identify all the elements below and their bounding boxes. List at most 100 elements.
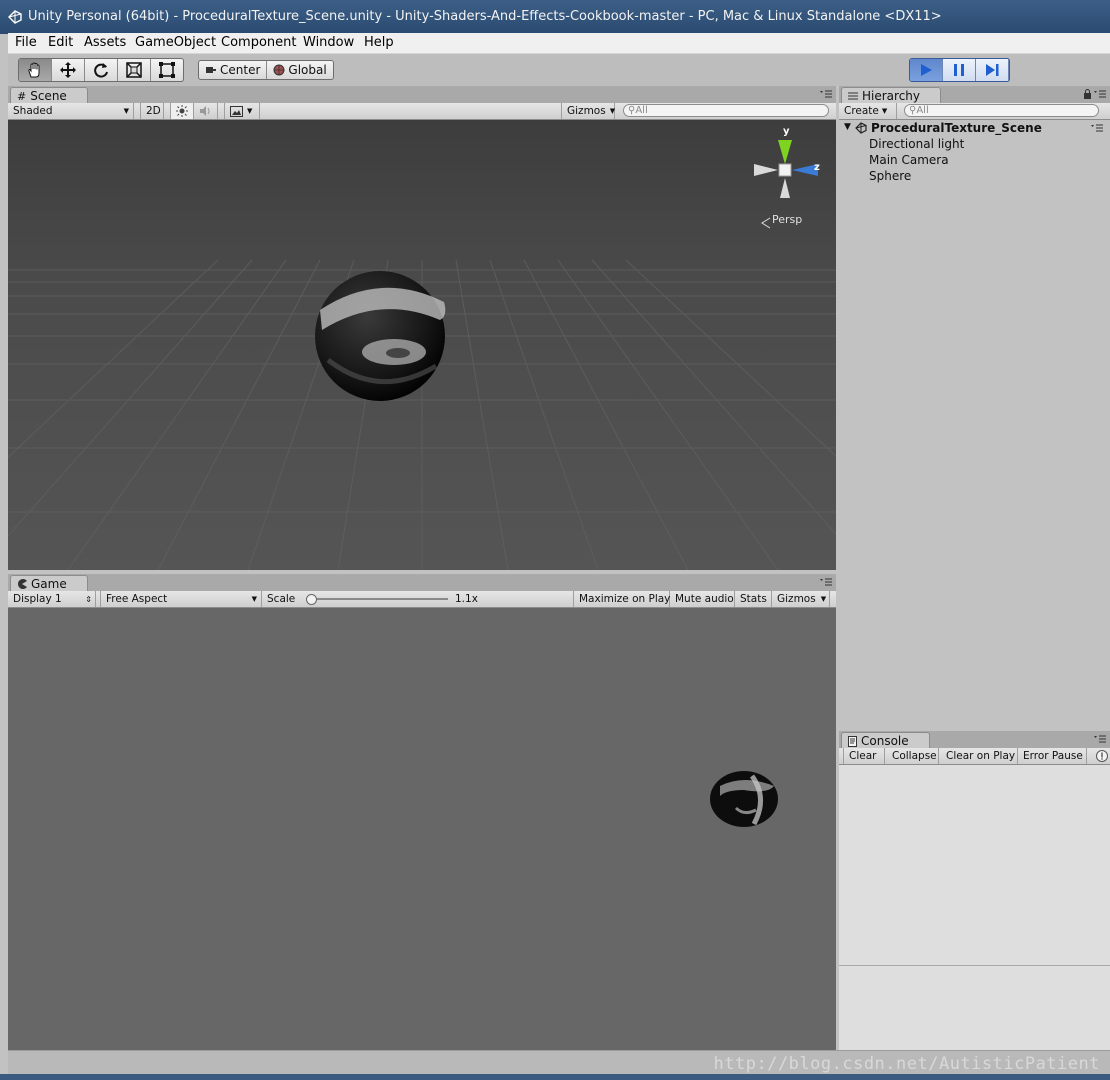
aspect-label: Free Aspect: [106, 593, 168, 605]
menu-file[interactable]: File: [15, 35, 37, 50]
image-icon: [230, 105, 243, 117]
scene-grid-icon: #: [17, 89, 27, 103]
game-viewport[interactable]: [8, 608, 836, 1050]
console-icon: [848, 735, 857, 747]
lock-icon[interactable]: [1083, 89, 1092, 99]
console-panel: Console Clear Collapse Clear on Play Err…: [839, 731, 1110, 1050]
scale-slider-track[interactable]: [306, 598, 448, 600]
scene-search-placeholder: All: [635, 105, 648, 116]
scale-slider-thumb[interactable]: [306, 594, 317, 605]
pivot-toggles: Center Global: [198, 60, 334, 80]
scene-panel: # Scene Shaded ▼ 2D ▼ Gizmos ▼ ⚲ All y z…: [8, 86, 836, 570]
create-dropdown[interactable]: Create ▼: [839, 103, 897, 119]
menu-assets[interactable]: Assets: [84, 35, 126, 50]
error-pause-label: Error Pause: [1023, 750, 1083, 762]
display-label: Display 1: [13, 593, 62, 605]
scene-grid: [8, 120, 836, 570]
collapse-label: Collapse: [892, 750, 937, 762]
maximize-on-play-label: Maximize on Play: [579, 593, 671, 605]
chevron-down-icon: ▼: [820, 595, 827, 603]
globe-icon: [273, 64, 285, 76]
hierarchy-item[interactable]: Sphere: [869, 169, 911, 183]
audio-toggle[interactable]: [194, 103, 218, 119]
window-title-bar: Unity Personal (64bit) - ProceduralTextu…: [0, 0, 1110, 34]
lighting-toggle[interactable]: [170, 103, 194, 119]
scale-tool-button[interactable]: [118, 59, 151, 81]
create-label: Create: [844, 105, 879, 117]
projection-label[interactable]: Persp: [772, 213, 802, 226]
console-toolbar: Clear Collapse Clear on Play Error Pause: [839, 748, 1110, 765]
move-icon: [60, 62, 76, 78]
shading-mode-dropdown[interactable]: Shaded ▼: [8, 103, 134, 119]
effects-dropdown[interactable]: ▼: [224, 103, 260, 119]
console-collapse-toggle[interactable]: Collapse: [887, 748, 939, 764]
menu-component[interactable]: Component: [221, 35, 296, 50]
scale-icon: [126, 62, 142, 78]
play-button[interactable]: [910, 59, 943, 81]
scene-toolbar: Shaded ▼ 2D ▼ Gizmos ▼ ⚲ All: [8, 103, 836, 120]
scene-menu-icon[interactable]: [1091, 124, 1103, 132]
gizmo-y-label: y: [783, 126, 790, 137]
tab-game[interactable]: Game: [10, 575, 88, 592]
hierarchy-search-placeholder: All: [916, 105, 929, 116]
2d-mode-toggle[interactable]: 2D: [140, 103, 164, 119]
game-gizmos-label: Gizmos: [777, 593, 816, 605]
aspect-dropdown[interactable]: Free Aspect ▼: [100, 591, 262, 607]
mute-audio-toggle[interactable]: Mute audio: [670, 591, 735, 607]
panel-menu-icon[interactable]: [820, 578, 832, 586]
watermark-text: http://blog.csdn.net/AutisticPatient: [713, 1054, 1100, 1074]
pivot-center-icon: [206, 67, 216, 73]
move-tool-button[interactable]: [52, 59, 85, 81]
scene-search-input[interactable]: ⚲ All: [623, 104, 829, 117]
mute-audio-label: Mute audio: [675, 593, 734, 605]
hand-tool-button[interactable]: [19, 59, 52, 81]
step-button[interactable]: [976, 59, 1009, 81]
menu-edit[interactable]: Edit: [48, 35, 73, 50]
display-dropdown[interactable]: Display 1 ⇕: [8, 591, 96, 607]
menu-window[interactable]: Window: [303, 35, 354, 50]
hierarchy-item[interactable]: Directional light: [869, 137, 964, 151]
sun-icon: [176, 105, 188, 117]
scene-name: ProceduralTexture_Scene: [871, 121, 1042, 135]
search-icon: ⚲: [628, 105, 636, 116]
tab-scene[interactable]: # Scene: [10, 87, 88, 104]
console-error-pause-toggle[interactable]: Error Pause: [1018, 748, 1087, 764]
tab-console[interactable]: Console: [841, 732, 930, 749]
scene-viewport[interactable]: y z Persp: [8, 120, 836, 570]
pivot-global-button[interactable]: Global: [267, 61, 332, 79]
hierarchy-toolbar: Create ▼ ⚲ All: [839, 103, 1110, 120]
stats-toggle[interactable]: Stats: [735, 591, 772, 607]
pause-button[interactable]: [943, 59, 976, 81]
list-icon: [848, 92, 858, 100]
maximize-on-play-toggle[interactable]: Maximize on Play: [573, 591, 670, 607]
transform-tools: [18, 58, 184, 82]
hierarchy-scene-row[interactable]: ▼ ProceduralTexture_Scene: [843, 120, 1107, 137]
console-divider[interactable]: [839, 965, 1110, 966]
hierarchy-item[interactable]: Main Camera: [869, 153, 949, 167]
panel-menu-icon[interactable]: [1094, 90, 1106, 98]
scale-control: Scale 1.1x: [262, 591, 568, 607]
game-gizmos-dropdown[interactable]: Gizmos ▼: [772, 591, 830, 607]
step-icon: [986, 64, 999, 76]
panel-menu-icon[interactable]: [1094, 735, 1106, 743]
tab-hierarchy[interactable]: Hierarchy: [841, 87, 942, 104]
clear-on-play-label: Clear on Play: [946, 750, 1016, 762]
game-toolbar: Display 1 ⇕ Free Aspect ▼ Scale 1.1x Max…: [8, 591, 836, 608]
console-clear-on-play-toggle[interactable]: Clear on Play: [941, 748, 1018, 764]
scale-value: 1.1x: [455, 593, 478, 605]
menu-help[interactable]: Help: [364, 35, 394, 50]
hierarchy-search-input[interactable]: ⚲ All: [904, 104, 1099, 117]
console-log-list[interactable]: [839, 765, 1110, 1050]
chevron-down-icon: ▼: [881, 107, 888, 115]
rotate-tool-button[interactable]: [85, 59, 118, 81]
scene-gizmos-dropdown[interactable]: Gizmos ▼: [561, 103, 615, 119]
panel-menu-icon[interactable]: [820, 90, 832, 98]
main-toolbar: Center Global: [8, 54, 1110, 86]
triangle-down-icon: ▼: [844, 122, 851, 132]
stats-label: Stats: [740, 593, 767, 605]
info-icon[interactable]: [1096, 750, 1108, 762]
console-clear-button[interactable]: Clear: [843, 748, 885, 764]
menu-gameobject[interactable]: GameObject: [135, 35, 216, 50]
rect-tool-button[interactable]: [151, 59, 183, 81]
pivot-center-button[interactable]: Center: [199, 61, 268, 79]
